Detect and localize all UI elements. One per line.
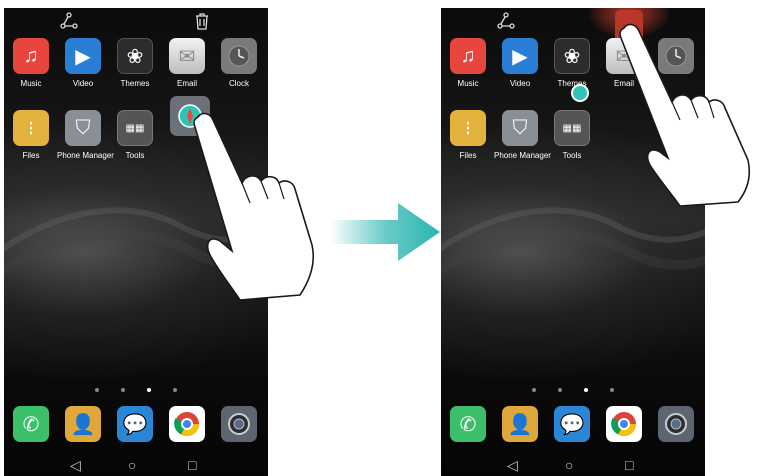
page-dot[interactable]: [610, 388, 614, 392]
page-dot[interactable]: [95, 388, 99, 392]
play-icon: ▶: [502, 38, 538, 74]
camera-icon: [221, 406, 257, 442]
hand-pointer-left: [193, 112, 315, 301]
app-label: Files: [22, 151, 40, 160]
app-label: Files: [459, 151, 477, 160]
app-tools[interactable]: ▦▦ Tools: [546, 110, 598, 160]
home-icon[interactable]: ○: [565, 456, 573, 474]
hand-pointer-right: [619, 23, 751, 207]
shield-icon: ⛉: [502, 110, 538, 146]
app-label: Email: [176, 79, 197, 88]
page-dot-active[interactable]: [147, 388, 151, 392]
page-dot[interactable]: [532, 388, 536, 392]
drag-indicator-dot: [571, 84, 589, 102]
app-email[interactable]: ✉ Email: [161, 38, 213, 88]
shield-icon: ⛉: [65, 110, 101, 146]
dock: ✆ 👤 💬: [441, 406, 705, 446]
app-themes[interactable]: ❀ Themes: [546, 38, 598, 88]
home-icon[interactable]: ○: [128, 456, 136, 474]
phone-icon: ✆: [13, 406, 49, 442]
clock-icon: [221, 38, 257, 74]
music-icon: ♫: [13, 38, 49, 74]
share-icon[interactable]: [497, 12, 515, 34]
app-label: Music: [20, 79, 42, 88]
play-icon: ▶: [65, 38, 101, 74]
app-video[interactable]: ▶ Video: [494, 38, 546, 88]
back-icon[interactable]: ◁: [70, 456, 81, 474]
app-themes[interactable]: ❀ Themes: [109, 38, 161, 88]
app-music[interactable]: ♫ Music: [5, 38, 57, 88]
share-icon[interactable]: [60, 12, 78, 34]
dock-chrome[interactable]: [161, 406, 213, 442]
dock-phone[interactable]: ✆: [5, 406, 57, 442]
dock-contacts[interactable]: 👤: [494, 406, 546, 442]
app-phone-manager[interactable]: ⛉ Phone Manager: [57, 110, 114, 160]
app-tools[interactable]: ▦▦ Tools: [109, 110, 161, 160]
contacts-icon: 👤: [65, 406, 101, 442]
envelope-icon: ✉: [169, 38, 205, 74]
app-clock[interactable]: Clock: [213, 38, 265, 88]
dock-contacts[interactable]: 👤: [57, 406, 109, 442]
page-dot[interactable]: [173, 388, 177, 392]
delete-icon[interactable]: [194, 12, 210, 34]
camera-icon: [658, 406, 694, 442]
dock-messages[interactable]: 💬: [109, 406, 161, 442]
app-label: Clock: [228, 79, 249, 88]
dock-camera[interactable]: [213, 406, 265, 442]
app-label: Phone Manager: [57, 151, 114, 160]
dock-chrome[interactable]: [598, 406, 650, 442]
app-label: Video: [72, 79, 94, 88]
app-label: Tools: [125, 151, 145, 160]
app-label: Music: [457, 79, 479, 88]
page-dot-active[interactable]: [584, 388, 588, 392]
edit-top-bar: [4, 8, 268, 38]
dock-messages[interactable]: 💬: [546, 406, 598, 442]
pinwheel-icon: ❀: [117, 38, 153, 74]
dock: ✆ 👤 💬: [4, 406, 268, 446]
messages-icon: 💬: [554, 406, 590, 442]
phone-icon: ✆: [450, 406, 486, 442]
app-label: Tools: [562, 151, 582, 160]
page-dot[interactable]: [121, 388, 125, 392]
nav-bar: ◁ ○ □: [4, 456, 268, 476]
folder-icon: ⁝: [450, 110, 486, 146]
page-indicator: [441, 388, 705, 398]
folder-grid-icon: ▦▦: [117, 110, 153, 146]
chrome-icon: [169, 406, 205, 442]
pinwheel-icon: ❀: [554, 38, 590, 74]
recents-icon[interactable]: □: [188, 456, 196, 474]
transition-arrow: [330, 203, 440, 261]
nav-bar: ◁ ○ □: [441, 456, 705, 476]
dock-phone[interactable]: ✆: [442, 406, 494, 442]
page-dot[interactable]: [558, 388, 562, 392]
chrome-icon: [606, 406, 642, 442]
back-icon[interactable]: ◁: [507, 456, 518, 474]
folder-grid-icon: ▦▦: [554, 110, 590, 146]
page-indicator: [4, 388, 268, 398]
music-icon: ♫: [450, 38, 486, 74]
app-label: Phone Manager: [494, 151, 551, 160]
app-music[interactable]: ♫ Music: [442, 38, 494, 88]
folder-icon: ⁝: [13, 110, 49, 146]
messages-icon: 💬: [117, 406, 153, 442]
app-label: Themes: [120, 79, 150, 88]
app-phone-manager[interactable]: ⛉ Phone Manager: [494, 110, 551, 160]
app-label: Video: [509, 79, 531, 88]
app-files[interactable]: ⁝ Files: [5, 110, 57, 160]
contacts-icon: 👤: [502, 406, 538, 442]
app-video[interactable]: ▶ Video: [57, 38, 109, 88]
dock-camera[interactable]: [650, 406, 702, 442]
recents-icon[interactable]: □: [625, 456, 633, 474]
app-files[interactable]: ⁝ Files: [442, 110, 494, 160]
